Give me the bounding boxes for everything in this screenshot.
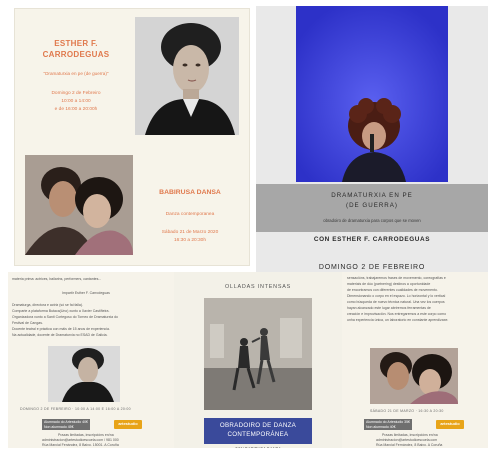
price-members: Alumnado do Artestudio 40€ (44, 420, 88, 424)
workshop-title-line2: (DE GUERRA) (346, 202, 398, 209)
babirusa-dancers-photo (25, 155, 133, 255)
poster-esther-babirusa: ESTHER F. CARRODEGUAS "Dramaturxia en pe… (14, 8, 250, 266)
price-badge: Alumnado do Artestudio 40€ Non alumnado … (42, 419, 90, 430)
artestudio-logo: artestudio (436, 420, 464, 429)
info-bio-2: Comparte a plataforma Butaca(Uno) xunto … (12, 309, 110, 313)
poster-dramaturxia: DRAMATURXIA EN PE (DE GUERRA) obradoiro … (256, 6, 488, 274)
genre-label: Danza contemporanea (165, 212, 215, 217)
info-bio-5: Docente teatral e práctica con máis de 1… (12, 327, 110, 331)
workshop-date: Domingo 2 de Febreiro (51, 91, 101, 96)
poster-esther-info: materia prima: actrices, bailarins, perf… (8, 272, 174, 448)
performer-stage-photo (296, 6, 448, 182)
info-bio-1: Dramaturga, directora e actriz (só se fa… (12, 303, 83, 307)
workshop-date-banner: DOMINGO 2 DE FEBREIRO (318, 264, 426, 271)
info-text-6: hayan alcanzado este lugar abriremos fer… (347, 306, 431, 310)
workshop-time-2: e de 16:00 a 20:00h (54, 107, 98, 112)
info-text-4: Dimensionando o corpo en el espazo. Lo h… (347, 294, 446, 298)
info-text-8: unha experiencia única, un laboratorio e… (347, 318, 449, 322)
footer-line-1: Prazas limitadas, inscripcións en/na (382, 433, 438, 437)
workshop-title-line1: OBRADOIRO DE DANZA (219, 422, 297, 429)
workshop-date-2: Sábado 21 de Marzo 2020 (161, 230, 219, 235)
price-badge: Alumnado do Artestudio 35€ Non alumnado … (364, 419, 412, 430)
info-top-line: materia prima: actrices, bailarins, perf… (12, 277, 102, 281)
info-bio-6: Na actualidade, docente de Dramaturxia n… (12, 333, 108, 337)
footer-line-1: Prazas limitadas, inscripcións en/na (58, 433, 114, 437)
footer-line-2: administracion@artestudioescuela.com (376, 438, 438, 442)
dancers-photo (204, 298, 312, 410)
footer-line-2: administracion@artestudioescuela.com / 9… (42, 438, 119, 442)
footer-line-3: Rúa Marcial Fenández, 8 Baixo. 15001. A … (42, 443, 119, 447)
esther-small-portrait (48, 346, 120, 402)
workshop-subtitle: obradoiro de dramaturxia para corpos que… (323, 218, 421, 223)
poster-danza-contemporanea: OLLADAS INTENSAS OBRADOIRO DE DANZA CONT… (174, 272, 342, 448)
info-bio-4: Festival de Cangas. (12, 321, 43, 325)
workshop-time-1: 10:00 a 14:00 (61, 99, 91, 104)
price-members: Alumnado do Artestudio 35€ (366, 420, 410, 424)
workshop-title-line1: DRAMATURXIA EN PE (331, 192, 413, 199)
info-text-1: sensacións, trabajaremos frases de movem… (347, 276, 446, 280)
schedule-line: SÁBADO 21 DE MARZO · 16:30 A 20:30 (370, 409, 444, 413)
info-bio-3: Organizadora xunto a Santi Cortegoso do … (12, 315, 118, 319)
info-text-5: como búsqueda de nuevo técnica natural. … (347, 300, 445, 304)
info-text-7: creación e improvisación. Nos entregarem… (347, 312, 447, 316)
workshop-title: "Dramaturxia en pe (de guerra)" (43, 71, 109, 76)
schedule-line: DOMINGO 2 DE FEBREIRO · 10:00 A 14:00 E … (20, 407, 131, 411)
info-text-3: de encontramos con diferentes cualidades… (347, 288, 438, 292)
instructor-name-line2: CARRODEGUAS (42, 50, 110, 59)
poster-babirusa-info: sensacións, trabajaremos frases de movem… (342, 272, 488, 448)
series-header: OLLADAS INTENSAS (224, 284, 292, 290)
workshop-title-line2: CONTEMPORÁNEA (227, 431, 289, 438)
artestudio-logo: artestudio (114, 420, 142, 429)
esther-portrait-photo (135, 17, 239, 135)
info-impartido: Impartir Esther F. Carrodeguas (62, 291, 110, 295)
price-nonmembers: Non alumnado 40€ (366, 424, 396, 429)
price-nonmembers: Non alumnado 45€ (44, 424, 74, 429)
footer-line-3: Rúa Marcial Fernández, 8 Baixo. A Coruña (376, 443, 443, 447)
company-credit: CON BABIRUSA DANSA (174, 446, 342, 448)
info-text-2: materiais de dúo (partnering) destinos a… (347, 282, 431, 286)
instructor-credit: CON ESTHER F. CARRODEGUAS (313, 236, 431, 243)
instructor-name-line1: ESTHER F. (54, 39, 98, 48)
workshop-time-3: 16:30 a 20:30h (173, 238, 206, 243)
company-name: BABIRUSA DANSA (159, 189, 221, 196)
babirusa-small-photo (370, 348, 458, 404)
